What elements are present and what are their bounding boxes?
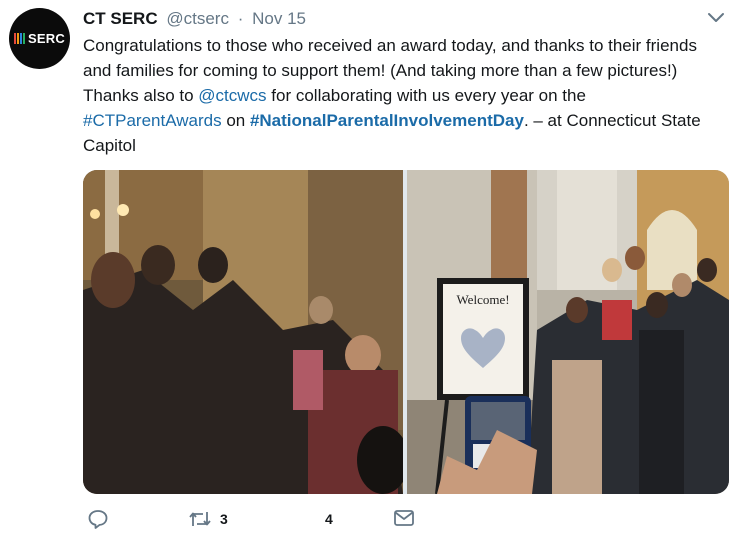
reply-icon bbox=[88, 510, 108, 529]
retweet-button[interactable]: 3 bbox=[188, 508, 228, 530]
logo-text: SERC bbox=[28, 31, 65, 46]
hashtag-link[interactable]: #NationalParentalInvolvementDay bbox=[250, 111, 524, 130]
user-handle[interactable]: @ctserc bbox=[166, 9, 229, 28]
tweet-date[interactable]: Nov 15 bbox=[252, 9, 306, 28]
logo-bars bbox=[14, 33, 26, 44]
photo-left-image bbox=[83, 170, 403, 494]
direct-message-icon bbox=[394, 510, 414, 526]
serc-logo: SERC bbox=[14, 31, 65, 46]
welcome-sign-title: Welcome! bbox=[456, 292, 509, 307]
like-count: 4 bbox=[325, 511, 333, 527]
retweet-count: 3 bbox=[220, 511, 228, 527]
separator-dot: · bbox=[237, 9, 244, 28]
like-button[interactable]: 4 bbox=[295, 508, 333, 530]
mention-link[interactable]: @ctcwcs bbox=[198, 86, 266, 105]
like-icon bbox=[296, 510, 316, 529]
tweet-actions: 3 4 bbox=[83, 508, 723, 534]
tweet-text: Congratulations to those who received an… bbox=[83, 33, 723, 158]
photo-right[interactable]: Welcome! bbox=[407, 170, 729, 494]
photo-right-image: Welcome! bbox=[407, 170, 729, 494]
tweet-text-part: on bbox=[221, 111, 250, 130]
tweet-header: CT SERC @ctserc · Nov 15 bbox=[83, 8, 306, 30]
photo-left[interactable] bbox=[83, 170, 403, 494]
reply-button[interactable] bbox=[87, 508, 117, 530]
caret-down-icon[interactable] bbox=[706, 10, 726, 26]
retweet-icon bbox=[189, 512, 211, 526]
tweet-text-part: for collaborating with us every year on … bbox=[266, 86, 586, 105]
avatar[interactable]: SERC bbox=[9, 8, 70, 69]
direct-message-button[interactable] bbox=[393, 508, 415, 528]
display-name[interactable]: CT SERC bbox=[83, 9, 158, 28]
tweet-media: Welcome! bbox=[83, 170, 729, 494]
hashtag-link[interactable]: #CTParentAwards bbox=[83, 111, 222, 130]
